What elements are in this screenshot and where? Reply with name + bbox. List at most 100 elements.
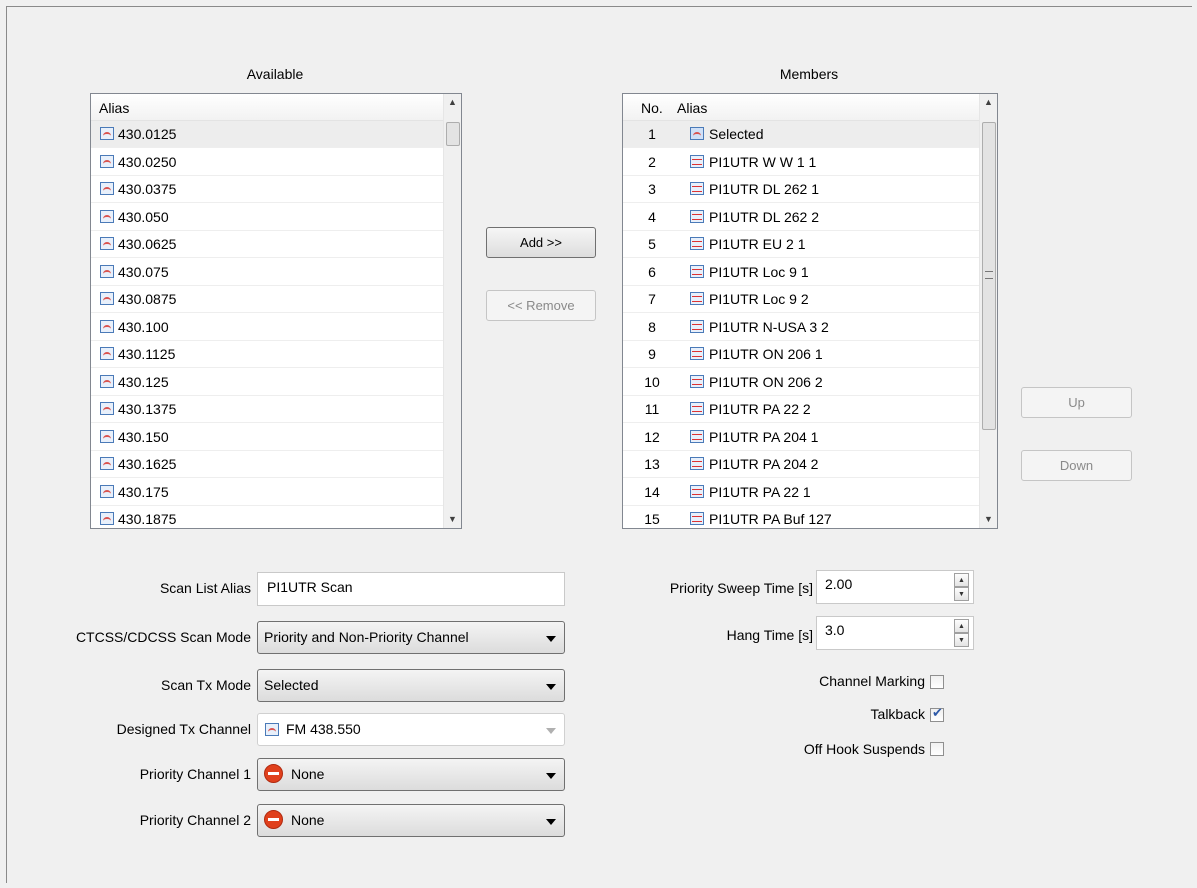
member-alias: PI1UTR PA 22 2	[709, 401, 811, 417]
list-item[interactable]: 430.175	[91, 479, 444, 506]
list-item[interactable]: 430.0625	[91, 231, 444, 258]
member-row[interactable]: 8 PI1UTR N-USA 3 2	[623, 314, 980, 341]
spin-down-icon[interactable]: ▼	[954, 633, 969, 647]
member-alias: PI1UTR PA 204 2	[709, 456, 819, 472]
member-number: 6	[648, 263, 656, 280]
member-row[interactable]: 14 PI1UTR PA 22 1	[623, 479, 980, 506]
list-item[interactable]: 430.075	[91, 259, 444, 286]
scan-list-alias-input[interactable]: PI1UTR Scan	[257, 572, 565, 606]
member-alias: PI1UTR DL 262 2	[709, 208, 819, 225]
list-item[interactable]: 430.1125	[91, 341, 444, 368]
member-row[interactable]: 13 PI1UTR PA 204 2	[623, 451, 980, 478]
list-item[interactable]: 430.0125	[91, 121, 444, 148]
member-alias: PI1UTR Loc 9 1	[709, 263, 809, 280]
list-item[interactable]: 430.150	[91, 424, 444, 451]
designed-tx-channel-select[interactable]: FM 438.550	[257, 713, 565, 746]
ctcss-scan-mode-label: CTCSS/CDCSS Scan Mode	[75, 629, 251, 645]
member-number: 4	[648, 208, 656, 225]
list-item[interactable]: 430.125	[91, 369, 444, 396]
remove-button[interactable]: << Remove	[486, 290, 596, 321]
analog-channel-icon	[100, 264, 114, 278]
analog-channel-icon	[100, 374, 114, 388]
column-no[interactable]: No.	[641, 100, 663, 116]
member-row[interactable]: 12 PI1UTR PA 204 1	[623, 424, 980, 451]
member-row[interactable]: 11 PI1UTR PA 22 2	[623, 396, 980, 423]
none-icon	[264, 810, 283, 829]
member-row[interactable]: 9 PI1UTR ON 206 1	[623, 341, 980, 368]
hang-time-spinbox[interactable]: 3.0 ▲ ▼	[816, 616, 974, 650]
member-number: 9	[648, 346, 656, 362]
analog-channel-icon	[265, 723, 279, 736]
off-hook-suspends-checkbox[interactable]	[930, 742, 944, 756]
digital-channel-icon	[690, 484, 704, 498]
scroll-thumb[interactable]	[982, 122, 996, 430]
available-list-header: Alias	[91, 94, 444, 121]
member-row[interactable]: 4 PI1UTR DL 262 2	[623, 204, 980, 231]
scroll-up-arrow-icon[interactable]: ▲	[444, 94, 461, 111]
priority-sweep-time-spinbox[interactable]: 2.00 ▲ ▼	[816, 570, 974, 604]
members-scrollbar[interactable]: ▲ ▼	[979, 94, 997, 528]
member-row[interactable]: 7 PI1UTR Loc 9 2	[623, 286, 980, 313]
list-item[interactable]: 430.0250	[91, 149, 444, 176]
scroll-thumb[interactable]	[446, 122, 460, 146]
list-item[interactable]: 430.0875	[91, 286, 444, 313]
priority-channel-2-label: Priority Channel 2	[139, 812, 251, 828]
scan-tx-mode-select[interactable]: Selected	[257, 669, 565, 702]
member-number: 8	[648, 318, 656, 335]
analog-channel-icon	[100, 209, 114, 223]
channel-marking-checkbox[interactable]	[930, 675, 944, 689]
available-list[interactable]: Alias 430.0125 430.0250 430.0375 430.050 430…	[90, 93, 462, 529]
list-item[interactable]: 430.1875	[91, 506, 444, 528]
spin-up-icon[interactable]: ▲	[954, 619, 969, 633]
members-list-header: No. Alias	[623, 94, 980, 121]
column-alias[interactable]: Alias	[677, 100, 707, 116]
list-item[interactable]: 430.1375	[91, 396, 444, 423]
priority-channel-1-label: Priority Channel 1	[139, 766, 251, 782]
member-number: 15	[644, 511, 660, 527]
member-row[interactable]: 2 PI1UTR W W 1 1	[623, 149, 980, 176]
digital-channel-icon	[690, 209, 704, 223]
member-row[interactable]: 5 PI1UTR EU 2 1	[623, 231, 980, 258]
member-number: 10	[644, 373, 660, 390]
analog-channel-icon	[100, 237, 114, 250]
ctcss-scan-mode-select[interactable]: Priority and Non-Priority Channel	[257, 621, 565, 654]
available-scrollbar[interactable]: ▲ ▼	[443, 94, 461, 528]
priority-channel-2-select[interactable]: None	[257, 804, 565, 837]
down-button[interactable]: Down	[1021, 450, 1132, 481]
priority-channel-1-select[interactable]: None	[257, 758, 565, 791]
digital-channel-icon	[690, 237, 704, 250]
analog-channel-icon	[100, 182, 114, 195]
scroll-down-arrow-icon[interactable]: ▼	[980, 511, 997, 528]
spin-down-icon[interactable]: ▼	[954, 587, 969, 601]
member-row[interactable]: 6 PI1UTR Loc 9 1	[623, 259, 980, 286]
list-item-label: 430.150	[118, 428, 169, 445]
member-row[interactable]: 1 Selected	[623, 121, 980, 148]
digital-channel-icon	[690, 292, 704, 305]
members-list[interactable]: No. Alias 1 Selected 2 PI1UTR W W 1 1 3 PI1UT…	[622, 93, 998, 529]
scroll-down-arrow-icon[interactable]: ▼	[444, 511, 461, 528]
none-icon	[264, 764, 283, 783]
digital-channel-icon	[690, 402, 704, 415]
up-button[interactable]: Up	[1021, 387, 1132, 418]
list-item-label: 430.1375	[118, 401, 177, 417]
column-alias[interactable]: Alias	[99, 100, 129, 116]
list-item[interactable]: 430.050	[91, 204, 444, 231]
available-caption: Available	[246, 66, 304, 82]
member-row[interactable]: 10 PI1UTR ON 206 2	[623, 369, 980, 396]
spin-up-icon[interactable]: ▲	[954, 573, 969, 587]
member-row[interactable]: 15 PI1UTR PA Buf 127	[623, 506, 980, 528]
scroll-up-arrow-icon[interactable]: ▲	[980, 94, 997, 111]
member-number: 3	[648, 181, 656, 197]
chevron-down-icon	[546, 819, 556, 825]
list-item[interactable]: 430.0375	[91, 176, 444, 203]
list-item-label: 430.1875	[118, 511, 177, 527]
analog-channel-icon	[100, 402, 114, 415]
talkback-checkbox[interactable]	[930, 706, 944, 722]
list-item[interactable]: 430.100	[91, 314, 444, 341]
list-item[interactable]: 430.1625	[91, 451, 444, 478]
member-alias: PI1UTR ON 206 1	[709, 346, 823, 362]
list-item-label: 430.1125	[118, 346, 176, 362]
add-button[interactable]: Add >>	[486, 227, 596, 258]
member-row[interactable]: 3 PI1UTR DL 262 1	[623, 176, 980, 203]
analog-channel-icon	[100, 319, 114, 333]
